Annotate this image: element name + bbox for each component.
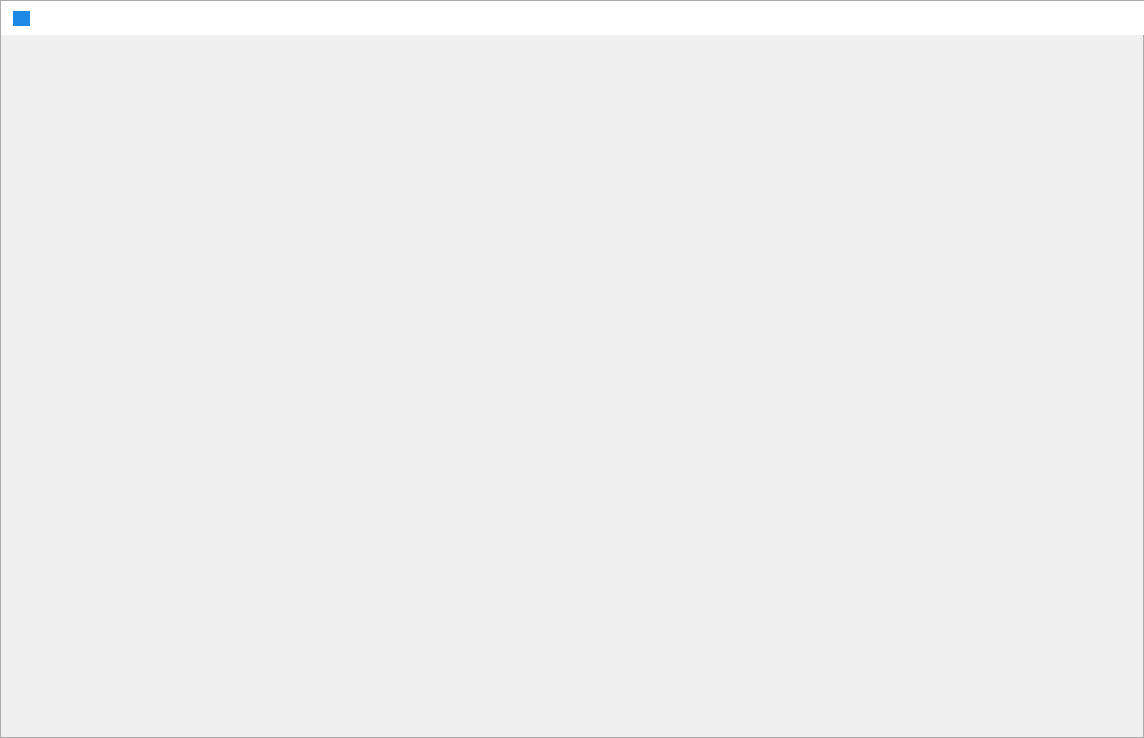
app-icon <box>13 11 30 26</box>
app-window <box>0 0 1144 738</box>
title-bar <box>1 1 1144 35</box>
